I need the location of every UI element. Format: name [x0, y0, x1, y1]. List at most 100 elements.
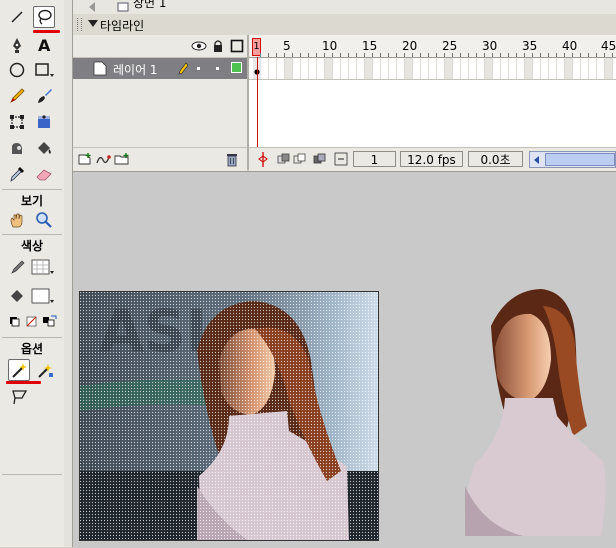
- text-tool[interactable]: A: [33, 34, 55, 56]
- add-folder-icon[interactable]: [113, 152, 131, 166]
- frame-cell[interactable]: [581, 58, 589, 79]
- back-arrow-icon[interactable]: [87, 1, 101, 13]
- frame-cell[interactable]: [589, 58, 597, 79]
- lock-icon[interactable]: [212, 39, 224, 53]
- edit-multiple-frames-icon[interactable]: [313, 152, 327, 166]
- panel-grip[interactable]: [77, 18, 82, 31]
- frame-cell[interactable]: [557, 58, 565, 79]
- scroll-thumb[interactable]: [545, 153, 615, 166]
- fill-transform-tool[interactable]: [33, 111, 55, 133]
- line-tool[interactable]: [6, 6, 28, 28]
- frame-cell[interactable]: [493, 58, 501, 79]
- polygon-mode-option[interactable]: [8, 386, 30, 408]
- hand-tool[interactable]: [6, 209, 28, 231]
- fill-color-control[interactable]: [6, 285, 28, 307]
- frame-cell[interactable]: [597, 58, 605, 79]
- delete-layer-trash-icon[interactable]: [225, 152, 239, 167]
- frame-cell[interactable]: [413, 58, 421, 79]
- onion-skin-outlines-icon[interactable]: [293, 152, 307, 166]
- frame-cell[interactable]: [317, 58, 325, 79]
- layer-frame-row[interactable]: [249, 58, 616, 80]
- frame-cell[interactable]: [533, 58, 541, 79]
- fill-color-swatch[interactable]: [31, 285, 55, 307]
- frame-cell[interactable]: [565, 58, 573, 79]
- frame-cell[interactable]: [381, 58, 389, 79]
- color-swap-icons[interactable]: [8, 314, 60, 328]
- ink-bottle-tool[interactable]: [6, 137, 28, 159]
- stage[interactable]: ASIA: [73, 171, 616, 548]
- frame-cell[interactable]: [541, 58, 549, 79]
- add-layer-icon[interactable]: [77, 152, 93, 166]
- frame-cell[interactable]: [517, 58, 525, 79]
- frame-cell[interactable]: [437, 58, 445, 79]
- frame-cell[interactable]: [501, 58, 509, 79]
- ruler-tick: [588, 53, 589, 57]
- eyedropper-tool[interactable]: [6, 163, 28, 185]
- zoom-tool[interactable]: [33, 209, 55, 231]
- stroke-color-swatch[interactable]: [31, 256, 55, 278]
- frame-ruler[interactable]: 1 5 10 15 20 25 30 35 40 45: [249, 35, 616, 58]
- frame-cell[interactable]: [269, 58, 277, 79]
- oval-tool[interactable]: [6, 59, 28, 81]
- frame-cell[interactable]: [445, 58, 453, 79]
- layer-outline-color[interactable]: [231, 62, 242, 73]
- frame-cell[interactable]: [349, 58, 357, 79]
- magic-wand-settings-option[interactable]: [34, 359, 56, 381]
- frame-cell[interactable]: [309, 58, 317, 79]
- layer-name[interactable]: 레이어 1: [113, 61, 158, 78]
- photo-original[interactable]: ASIA: [79, 291, 379, 541]
- frame-cell[interactable]: [477, 58, 485, 79]
- frame-cell[interactable]: [509, 58, 517, 79]
- frame-cell[interactable]: [285, 58, 293, 79]
- layer-lock-dot[interactable]: [216, 67, 219, 70]
- center-frame-icon[interactable]: [257, 152, 269, 167]
- layer-visible-dot[interactable]: [197, 67, 200, 70]
- frame-cell[interactable]: [549, 58, 557, 79]
- lasso-tool[interactable]: [33, 6, 55, 28]
- frame-cell[interactable]: [389, 58, 397, 79]
- onion-skin-icon[interactable]: [277, 152, 291, 166]
- frame-cell[interactable]: [261, 58, 269, 79]
- frame-cell[interactable]: [405, 58, 413, 79]
- eraser-tool[interactable]: [33, 163, 55, 185]
- frame-cell[interactable]: [573, 58, 581, 79]
- free-transform-tool[interactable]: [6, 111, 28, 133]
- frame-cell[interactable]: [605, 58, 613, 79]
- timeline-horizontal-scrollbar[interactable]: [529, 151, 616, 168]
- frame-cell[interactable]: [429, 58, 437, 79]
- frame-cell[interactable]: [277, 58, 285, 79]
- stroke-color-control[interactable]: [6, 256, 28, 278]
- frame-cell[interactable]: [453, 58, 461, 79]
- frame-cell[interactable]: [325, 58, 333, 79]
- paint-bucket-tool[interactable]: [33, 137, 55, 159]
- collapse-arrow-icon[interactable]: [88, 20, 98, 27]
- timeline-panel-header[interactable]: 타임라인: [73, 14, 616, 36]
- frame-rate-field[interactable]: 12.0 fps: [400, 151, 463, 167]
- frame-cell[interactable]: [373, 58, 381, 79]
- eye-icon[interactable]: [191, 40, 207, 52]
- pen-tool[interactable]: [6, 34, 28, 56]
- scroll-left-arrow-icon[interactable]: [532, 155, 542, 165]
- brush-tool[interactable]: [33, 85, 55, 107]
- frame-cell[interactable]: [341, 58, 349, 79]
- frame-cell[interactable]: [469, 58, 477, 79]
- frame-cell[interactable]: [365, 58, 373, 79]
- frame-cell[interactable]: [301, 58, 309, 79]
- scene-label[interactable]: 장면 1: [133, 0, 167, 11]
- frame-cell[interactable]: [397, 58, 405, 79]
- pencil-tool[interactable]: [6, 85, 28, 107]
- photo-cutout[interactable]: [453, 286, 616, 536]
- rectangle-tool[interactable]: [33, 59, 55, 81]
- frame-cell[interactable]: [357, 58, 365, 79]
- magic-wand-option[interactable]: [8, 359, 30, 381]
- outline-icon[interactable]: [230, 39, 244, 53]
- frame-cell[interactable]: [293, 58, 301, 79]
- frame-cell[interactable]: [333, 58, 341, 79]
- modify-onion-markers-icon[interactable]: [334, 152, 348, 166]
- layer-row[interactable]: 레이어 1: [73, 58, 247, 79]
- frame-cell[interactable]: [461, 58, 469, 79]
- add-guide-layer-icon[interactable]: [95, 152, 111, 166]
- frame-cell[interactable]: [485, 58, 493, 79]
- frame-cell[interactable]: [421, 58, 429, 79]
- frame-cell[interactable]: [525, 58, 533, 79]
